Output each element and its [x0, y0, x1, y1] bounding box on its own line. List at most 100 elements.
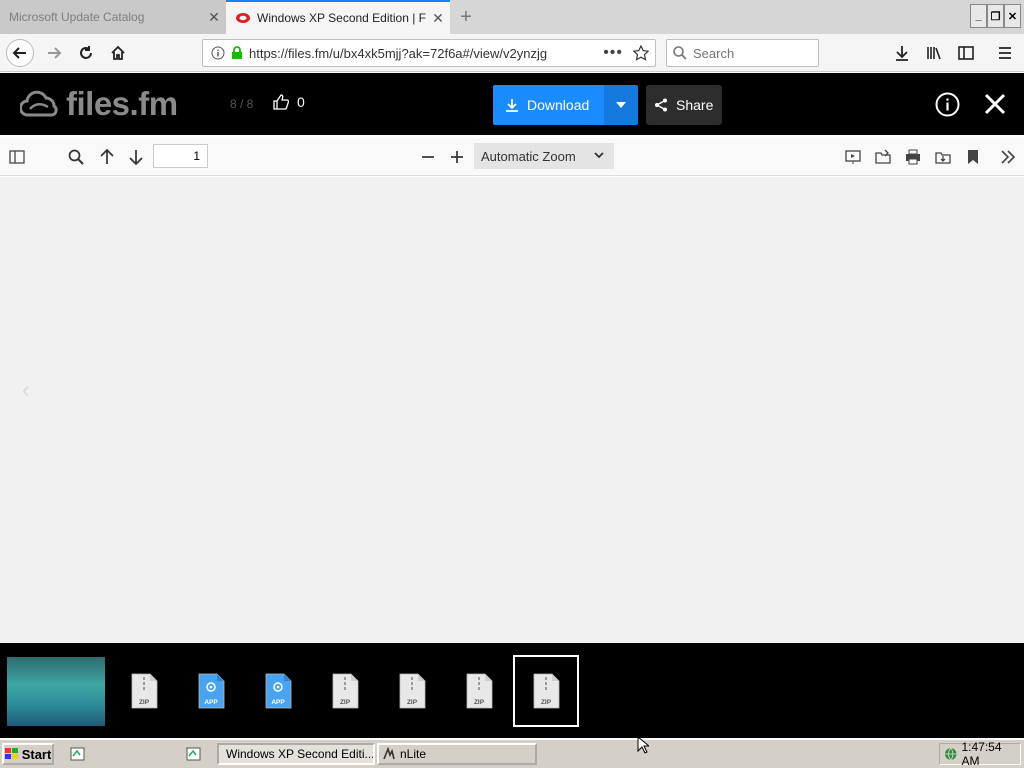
- show-desktop-icon[interactable]: [186, 746, 202, 762]
- files-fm-favicon-icon: [236, 13, 250, 23]
- thumbnail-zip-file[interactable]: ZIP: [379, 655, 445, 727]
- info-icon[interactable]: [935, 92, 960, 117]
- home-icon: [111, 45, 125, 60]
- url-text: https://files.fm/u/bx4xk5mjj?ak=72f6a#/v…: [249, 45, 548, 61]
- download-options-button[interactable]: [604, 85, 638, 125]
- print-icon[interactable]: [903, 147, 923, 167]
- download-button[interactable]: Download: [493, 85, 604, 125]
- previous-file-arrow-icon[interactable]: ‹: [22, 377, 29, 403]
- zoom-in-plus-icon[interactable]: [447, 147, 467, 167]
- network-globe-icon[interactable]: [944, 747, 957, 761]
- system-tray: 1:47:54 AM: [939, 740, 1021, 768]
- windows-logo-icon: [4, 748, 18, 759]
- nlite-icon: [383, 747, 395, 760]
- share-button[interactable]: Share: [646, 85, 722, 125]
- download-arrow-icon: [896, 46, 908, 61]
- minimize-window-button[interactable]: _: [970, 4, 987, 28]
- lock-icon: [232, 46, 242, 59]
- file-type-label: ZIP: [541, 699, 552, 706]
- back-button[interactable]: [6, 39, 34, 67]
- reload-button[interactable]: [72, 39, 100, 67]
- search-input[interactable]: [693, 45, 803, 61]
- forward-button[interactable]: [40, 39, 68, 67]
- reload-icon: [80, 46, 92, 59]
- tab-title: Windows XP Second Edition | Files: [257, 11, 426, 25]
- thumbnail-zip-file[interactable]: ZIP: [513, 655, 579, 727]
- info-circle-icon[interactable]: [211, 46, 225, 60]
- thumbnail-zip-file[interactable]: ZIP: [446, 655, 512, 727]
- bookmark-star-icon[interactable]: [633, 45, 649, 61]
- presentation-mode-icon[interactable]: [843, 147, 863, 167]
- task-nlite-window[interactable]: nLite: [377, 743, 537, 765]
- file-type-label: ZIP: [474, 699, 485, 706]
- close-window-button[interactable]: ✕: [1004, 4, 1021, 28]
- document-viewer[interactable]: ‹: [0, 177, 1024, 643]
- thumbs-up-icon: [273, 94, 289, 110]
- logo-text: files.fm: [66, 85, 178, 122]
- save-download-icon[interactable]: [933, 147, 953, 167]
- bookmark-icon[interactable]: [963, 147, 983, 167]
- windows-taskbar: Start Windows XP Second Editi... nLite 1…: [0, 738, 1024, 768]
- file-type-label: ZIP: [139, 699, 150, 706]
- search-icon: [673, 46, 687, 60]
- like-button[interactable]: 0: [273, 94, 305, 110]
- thumbnail-app-file[interactable]: APP: [178, 655, 244, 727]
- downloads-button[interactable]: [888, 39, 916, 67]
- files-fm-header: files.fm 8 / 8 0 Download Share: [0, 73, 1024, 135]
- start-label: Start: [21, 746, 52, 762]
- zip-file-icon: ZIP: [466, 673, 493, 709]
- page-number-input[interactable]: [153, 144, 208, 168]
- tab-windows-xp-second-edition[interactable]: Windows XP Second Edition | Files ✕: [226, 0, 450, 34]
- find-search-icon[interactable]: [66, 147, 86, 167]
- share-icon: [655, 98, 667, 112]
- page-actions-ellipsis-icon[interactable]: •••: [603, 44, 623, 62]
- zoom-select[interactable]: Automatic Zoom: [474, 143, 614, 169]
- sidebar-toggle-button[interactable]: [952, 39, 980, 67]
- thumbnail-strip: ZIP APP APP ZIP ZIP ZIP ZIP: [0, 643, 1024, 738]
- file-counter: 8 / 8: [230, 97, 254, 111]
- previous-page-arrow-up-icon[interactable]: [97, 147, 117, 167]
- quick-launch-icon[interactable]: [70, 746, 86, 762]
- menu-button[interactable]: [991, 39, 1019, 67]
- cloud-logo-icon: [20, 90, 58, 117]
- close-viewer-icon[interactable]: [983, 92, 1007, 116]
- zip-file-icon: ZIP: [399, 673, 426, 709]
- thumbnail-zip-file[interactable]: ZIP: [111, 655, 177, 727]
- arrow-right-icon: [48, 47, 62, 59]
- library-button[interactable]: [920, 39, 948, 67]
- restore-window-button[interactable]: ❐: [987, 4, 1004, 28]
- caret-down-icon: [616, 102, 626, 108]
- browser-tab-strip: Microsoft Update Catalog ✕ Windows XP Se…: [0, 0, 1024, 34]
- tools-double-chevron-icon[interactable]: [998, 147, 1018, 167]
- hamburger-menu-icon: [999, 47, 1011, 59]
- files-fm-logo[interactable]: files.fm: [20, 85, 178, 123]
- close-tab-icon[interactable]: ✕: [202, 9, 226, 26]
- new-tab-plus-icon[interactable]: +: [454, 6, 478, 28]
- thumbnail-image[interactable]: [7, 657, 105, 726]
- tab-title: Microsoft Update Catalog: [9, 10, 145, 24]
- next-page-arrow-down-icon[interactable]: [126, 147, 146, 167]
- thumbnail-app-file[interactable]: APP: [245, 655, 311, 727]
- zoom-select-value: Automatic Zoom: [481, 148, 576, 164]
- thumbnail-zip-file[interactable]: ZIP: [312, 655, 378, 727]
- toggle-sidebar-icon[interactable]: [7, 147, 27, 167]
- home-button[interactable]: [104, 39, 132, 67]
- zip-file-icon: ZIP: [332, 673, 359, 709]
- zip-file-icon: ZIP: [131, 673, 158, 709]
- file-type-label: APP: [271, 699, 285, 706]
- task-firefox-window[interactable]: Windows XP Second Editi...: [217, 743, 375, 765]
- zip-file-icon: ZIP: [533, 673, 560, 709]
- tab-microsoft-update-catalog[interactable]: Microsoft Update Catalog ✕: [0, 0, 226, 34]
- download-label: Download: [527, 97, 590, 113]
- library-icon: [927, 47, 941, 60]
- open-file-icon[interactable]: [873, 147, 893, 167]
- start-button[interactable]: Start: [2, 743, 54, 765]
- close-tab-icon[interactable]: ✕: [426, 10, 450, 27]
- file-type-label: APP: [204, 699, 218, 706]
- download-icon: [506, 99, 518, 112]
- app-file-icon: APP: [265, 673, 292, 709]
- zoom-out-minus-icon[interactable]: [418, 147, 438, 167]
- address-bar[interactable]: https://files.fm/u/bx4xk5mjj?ak=72f6a#/v…: [202, 39, 656, 67]
- search-box[interactable]: [666, 39, 819, 67]
- app-file-icon: APP: [198, 673, 225, 709]
